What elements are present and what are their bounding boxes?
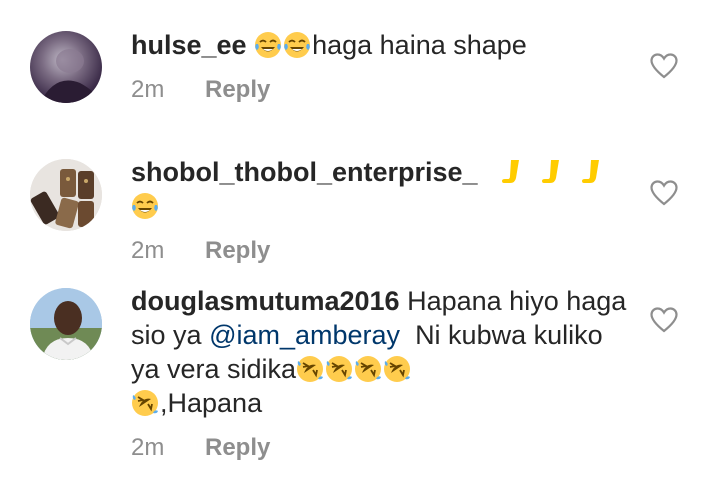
leg-icon — [499, 158, 527, 186]
avatar[interactable] — [30, 159, 102, 231]
tears-of-joy-icon — [254, 31, 282, 59]
tears-of-joy-icon — [131, 192, 159, 220]
tears-of-joy-icon — [283, 31, 311, 59]
rofl-icon — [354, 355, 382, 383]
comment-text: douglasmutuma2016 Hapana hiyo haga sio y… — [131, 284, 631, 420]
rofl-icon — [325, 355, 353, 383]
comment-meta: 2m Reply — [131, 76, 631, 104]
rofl-icon — [296, 355, 324, 383]
comment-body: douglasmutuma2016 Hapana hiyo haga sio y… — [131, 284, 631, 462]
reply-button[interactable]: Reply — [205, 76, 270, 103]
username[interactable]: hulse_ee — [131, 30, 247, 60]
avatar-photo — [30, 288, 102, 360]
comment-item: douglasmutuma2016 Hapana hiyo haga sio y… — [0, 284, 720, 464]
heart-icon[interactable] — [650, 307, 678, 333]
reply-button[interactable]: Reply — [205, 434, 270, 461]
comment-text: hulse_ee haga haina shape — [131, 28, 631, 62]
heart-icon[interactable] — [650, 53, 678, 79]
timestamp: 2m — [131, 76, 165, 103]
comment-item: shobol_thobol_enterprise_ 2m Reply — [0, 155, 720, 264]
rofl-icon — [383, 355, 411, 383]
comment-body: hulse_ee haga haina shape 2m Reply — [131, 28, 631, 104]
username[interactable]: douglasmutuma2016 — [131, 286, 400, 316]
timestamp: 2m — [131, 434, 165, 461]
timestamp: 2m — [131, 237, 165, 264]
comment-text: shobol_thobol_enterprise_ — [131, 155, 631, 223]
comment-message: ,Hapana — [160, 388, 263, 418]
avatar[interactable] — [30, 31, 102, 103]
rofl-icon — [131, 389, 159, 417]
avatar-photo — [30, 159, 102, 231]
comment-body: shobol_thobol_enterprise_ 2m Reply — [131, 155, 631, 265]
leg-icon — [579, 158, 607, 186]
avatar[interactable] — [30, 288, 102, 360]
avatar-photo — [40, 49, 102, 103]
heart-icon[interactable] — [650, 180, 678, 206]
leg-icon — [539, 158, 567, 186]
reply-button[interactable]: Reply — [205, 237, 270, 264]
comment-meta: 2m Reply — [131, 434, 631, 462]
mention-link[interactable]: @iam_amberay — [209, 320, 400, 350]
comment-message: haga haina shape — [312, 30, 527, 60]
comment-meta: 2m Reply — [131, 237, 631, 265]
comment-item: hulse_ee haga haina shape 2m Reply — [0, 28, 720, 118]
username[interactable]: shobol_thobol_enterprise_ — [131, 157, 478, 187]
